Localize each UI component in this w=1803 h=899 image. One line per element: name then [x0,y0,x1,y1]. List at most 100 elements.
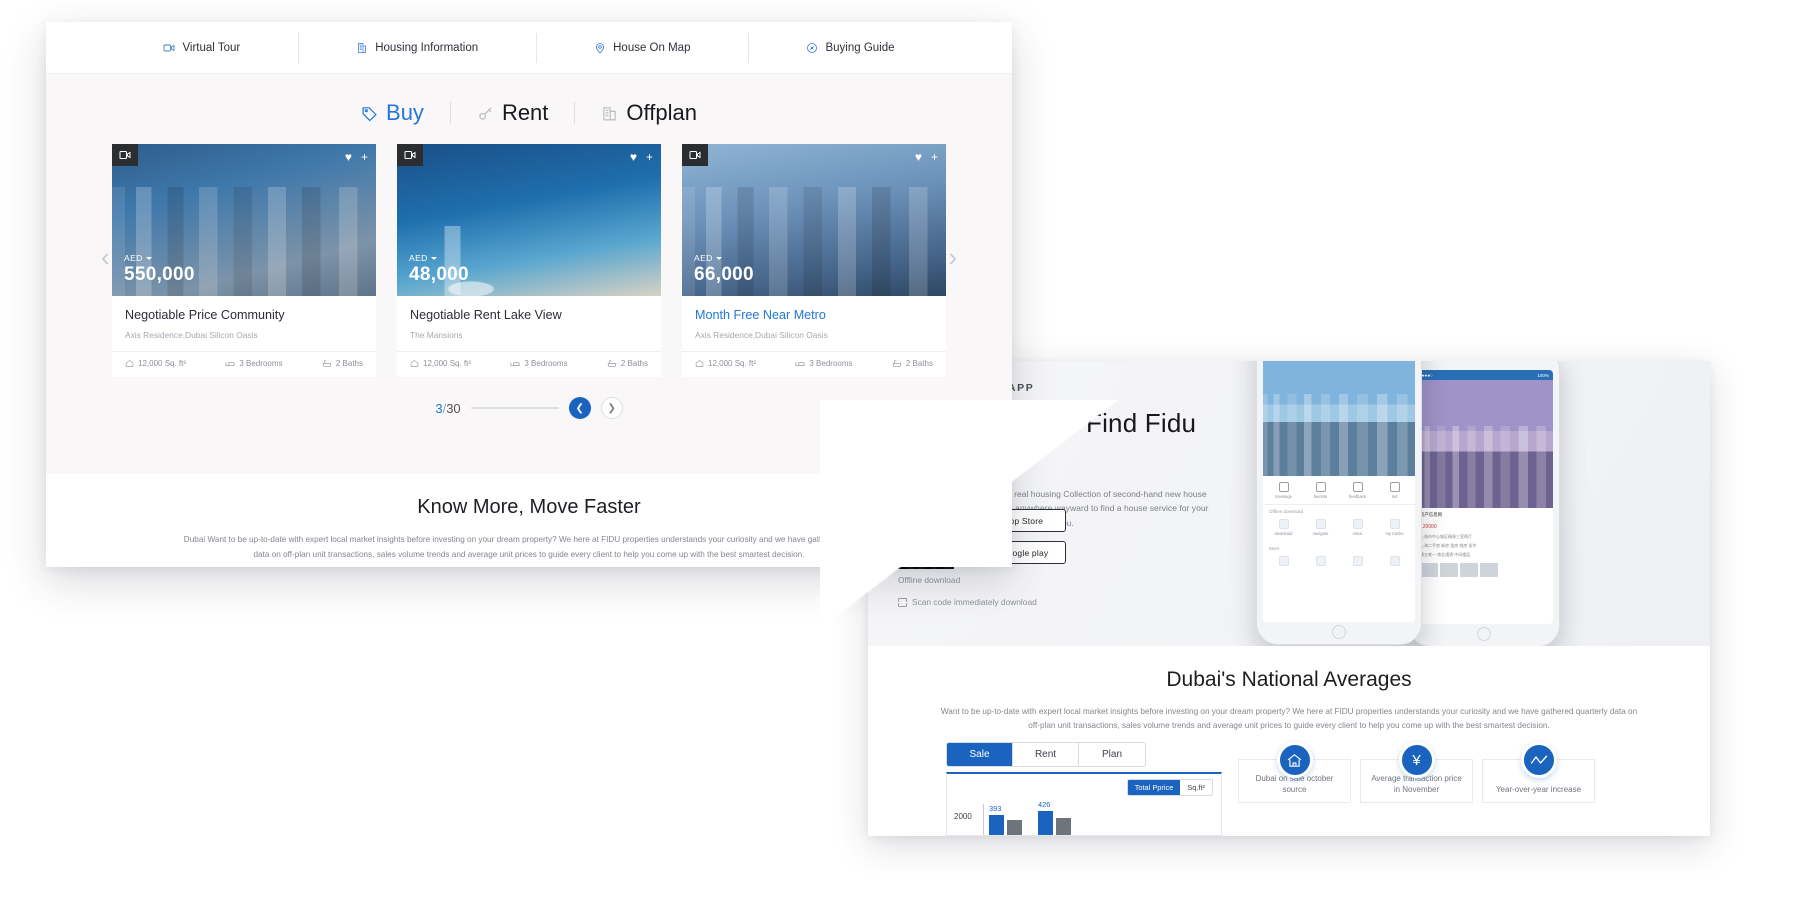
know-more-section: Know More, Move Faster Dubai Want to be … [46,474,1012,567]
spec-area: 12,000 Sq. ft² [125,359,186,368]
add-icon[interactable]: + [931,151,938,163]
national-averages-section: Dubai's National Averages Want to be up-… [868,646,1710,836]
app-icon-download[interactable]: download [1271,519,1297,536]
nav-housing-information[interactable]: Housing Information [298,32,536,63]
listing-headline: 房产信息网 [1415,508,1553,522]
thumb [1480,563,1498,577]
app-icon-message[interactable]: message [1271,482,1297,499]
app-icon-feedback[interactable]: feedback [1345,482,1371,499]
carousel-pagination: 3/30 ❮ ❯ [46,397,1012,419]
bar-group: 426 [1038,800,1071,835]
nav-buying-guide[interactable]: Buying Guide [748,32,952,63]
stat-card-sale-source[interactable]: Dubai on sale october source [1238,742,1351,803]
share-icon [1389,556,1400,566]
know-more-description: Dubai Want to be up-to-date with expert … [183,535,875,559]
currency-label: AED [409,253,428,263]
property-listing-panel: Virtual Tour Housing Information House O… [46,22,1012,567]
bar-group: 393 [989,804,1022,835]
app-icon-share[interactable] [1382,556,1408,566]
price-block: AED 48,000 [409,253,469,286]
tab-buy[interactable]: Buy [335,100,450,126]
top-navigation-bar: Virtual Tour Housing Information House O… [46,22,1012,74]
app-icon-voice[interactable]: voice [1345,519,1371,536]
video-badge [682,144,708,166]
bar-total-price [1038,811,1053,835]
carousel-next-arrow[interactable]: › [948,244,957,270]
navigate-icon [1315,519,1326,529]
spec-area-label: 12,000 Sq. ft² [138,359,187,368]
tab-rent[interactable]: Rent [451,100,574,126]
tab-sale[interactable]: Sale [947,743,1013,766]
app-icon-calendar[interactable] [1308,556,1334,566]
app-icon-set[interactable]: set [1382,482,1408,499]
property-card[interactable]: ♥ + AED 550,000 Negotiable Price Communi… [112,144,376,377]
stat-card-avg-price[interactable]: ¥ Average transaction price in November [1360,742,1473,803]
pagination-prev-button[interactable]: ❮ [568,397,591,419]
nav-house-on-map[interactable]: House On Map [536,32,748,63]
card-subtitle: Axis Residence,Dubai Silicon Oasis [695,330,828,340]
nav-label: House On Map [613,41,691,54]
spec-bedrooms: 3 Bedrooms [225,359,283,368]
listing-line: 满五唯一 南北通透 中间楼层 [1420,551,1471,557]
app-icon-navigate[interactable]: navigate [1308,519,1334,536]
phone-screen-secondary: ●●●●○ 100% 房产信息网 120000 上海市中心城区精装三室两厅 上海… [1415,370,1553,624]
stat-label: Year-over-year increase [1495,785,1582,795]
currency-selector[interactable]: AED [124,253,195,263]
tab-rent[interactable]: Rent [1013,743,1079,766]
app-icon-label: navigate [1312,531,1329,536]
currency-selector[interactable]: AED [694,253,754,263]
toggle-total-price[interactable]: Total Pprice [1127,780,1181,795]
phone-status-bar: ●●●●○ 100% [1415,370,1553,380]
microphone-icon [1352,519,1363,529]
currency-selector[interactable]: AED [409,253,469,263]
gear-icon [1389,482,1400,492]
card-body: Negotiable Rent Lake View The Mansions [397,296,661,340]
spec-bedrooms-label: 3 Bedrooms [524,359,568,368]
card-title[interactable]: Negotiable Rent Lake View [410,308,648,322]
person-icon [1278,556,1289,566]
phone-section-title-1: Offline download [1269,509,1304,514]
tab-label: Rent [501,100,549,125]
carousel-prev-arrow[interactable]: ‹ [101,244,110,270]
property-card[interactable]: ♥ + AED 66,000 Month Free Near Metro Axi… [682,144,946,377]
app-icon-profile[interactable] [1271,556,1297,566]
scan-code-label: Scan code immediately download [912,597,1037,607]
offplan-icon [601,105,618,122]
card-specs: 12,000 Sq. ft² 3 Bedrooms 2 Baths [397,351,661,377]
toggle-sqft[interactable]: Sq.ft² [1180,780,1212,795]
listing-price: 120000 [1420,524,1437,530]
skyline-graphic [1263,394,1415,476]
app-icon-favorite[interactable]: favorite [1308,482,1334,499]
listing-thumbnails [1415,559,1553,581]
pagination-next-button[interactable]: ❯ [600,397,623,419]
card-title[interactable]: Month Free Near Metro [695,308,933,322]
app-icon-my-tracks[interactable]: my tracks [1382,519,1408,536]
add-icon[interactable]: + [646,151,653,163]
building-icon [356,42,368,54]
favorite-icon[interactable]: ♥ [915,151,922,163]
app-icon-weather[interactable] [1345,556,1371,566]
card-title[interactable]: Negotiable Price Community [125,308,363,322]
add-icon[interactable]: + [361,151,368,163]
nav-virtual-tour[interactable]: Virtual Tour [105,42,298,54]
favorite-icon[interactable]: ♥ [630,151,637,163]
offline-download-label: Offline download [898,575,961,585]
chart-y-axis [983,804,984,835]
property-card[interactable]: ♥ + AED 48,000 Negotiable Rent Lake View… [397,144,661,377]
property-card-carousel: ‹ › ♥ + AED 550,000 Negotiable Price Com… [46,144,1012,377]
stat-card-yoy[interactable]: Year-over-year increase [1482,742,1595,803]
tab-offplan[interactable]: Offplan [575,100,723,126]
favorite-icon[interactable]: ♥ [345,151,352,163]
virtual-tour-icon [163,42,175,54]
app-feature-row-secondary: download navigate voice my tracks [1263,516,1415,542]
pagination-track[interactable] [470,407,559,409]
nav-label: Virtual Tour [182,41,241,54]
skyline-graphic [1415,426,1553,508]
spec-bedrooms: 3 Bedrooms [795,359,853,368]
spec-area: 12,000 Sq. ft² [410,359,471,368]
card-subtitle: The Mansions [410,330,463,340]
card-specs: 12,000 Sq. ft² 3 Bedrooms 2 Baths [112,351,376,377]
tab-plan[interactable]: Plan [1079,743,1145,766]
bar-value-label: 393 [989,804,1002,813]
feedback-icon [1352,482,1363,492]
